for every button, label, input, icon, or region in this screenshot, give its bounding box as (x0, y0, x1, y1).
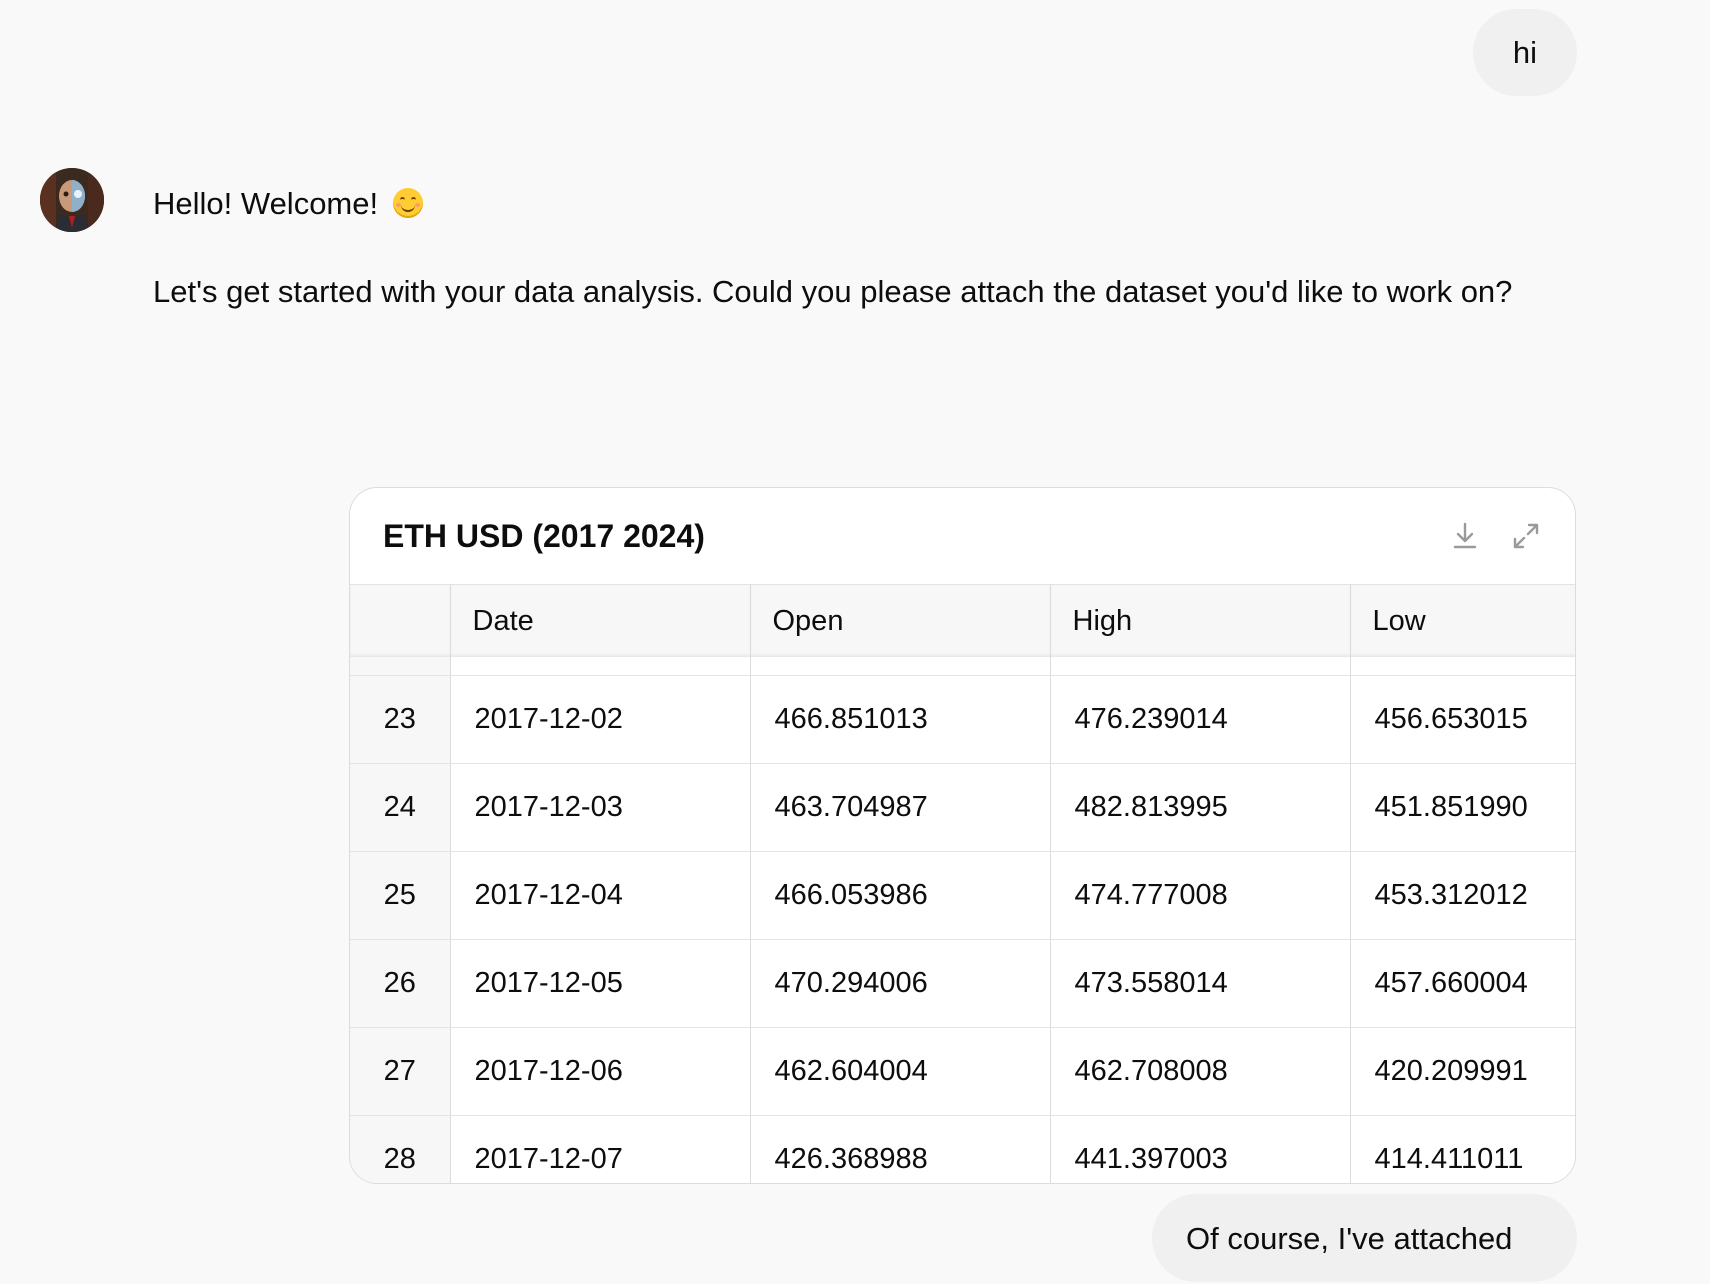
cell-open: 466.851013 (750, 675, 1051, 764)
row-index: 28 (350, 1115, 451, 1183)
row-index: 24 (350, 763, 451, 852)
smiling-face-icon (392, 188, 423, 218)
cell-open: 462.604004 (750, 1027, 1051, 1116)
assistant-greeting: Hello! Welcome! (153, 176, 1583, 232)
cell-high: 474.777008 (1050, 851, 1351, 940)
cell-low: 420.209991 (1350, 1027, 1575, 1116)
column-header-high[interactable]: High (1050, 585, 1351, 657)
expand-button[interactable] (1508, 518, 1544, 554)
assistant-greeting-text: Hello! Welcome! (153, 186, 379, 221)
table-row[interactable]: 23 2017-12-02 466.851013 476.239014 456.… (350, 675, 1575, 764)
user-message-bubble: Of course, I've attached (1152, 1194, 1577, 1282)
user-message-text: hi (1512, 35, 1538, 70)
cell-high: 476.239014 (1050, 675, 1351, 764)
table-header-row: Date Open High Low (350, 585, 1575, 657)
dataset-title: ETH USD (2017 2024) (383, 518, 705, 554)
column-header-low[interactable]: Low (1350, 585, 1575, 657)
row-index: 23 (350, 675, 451, 764)
expand-icon (1513, 523, 1539, 549)
cell-date: 2017-12-02 (450, 675, 751, 764)
column-header-index[interactable] (350, 585, 451, 657)
row-index: 27 (350, 1027, 451, 1116)
cell-low: 457.660004 (1350, 939, 1575, 1028)
assistant-body-text: Let's get started with your data analysi… (153, 274, 1513, 309)
cell-low: 451.851990 (1350, 763, 1575, 852)
table-scroll-gap (350, 657, 1575, 676)
assistant-avatar (40, 168, 104, 232)
cell-high: 473.558014 (1050, 939, 1351, 1028)
dataset-table: Date Open High Low 23 2017-12-02 466.851… (350, 585, 1575, 1183)
dataset-card-header: ETH USD (2017 2024) (350, 488, 1575, 585)
cell-low: 453.312012 (1350, 851, 1575, 940)
cell-open: 426.368988 (750, 1115, 1051, 1183)
download-icon (1453, 522, 1477, 549)
cell-date: 2017-12-03 (450, 763, 751, 852)
cell-date: 2017-12-04 (450, 851, 751, 940)
chat-page: hi Hello! Welcome! Let's get started wit… (0, 0, 1710, 1284)
column-header-open[interactable]: Open (750, 585, 1051, 657)
row-index: 26 (350, 939, 451, 1028)
table-row[interactable]: 25 2017-12-04 466.053986 474.777008 453.… (350, 851, 1575, 940)
dataset-preview-card: ETH USD (2017 2024) Date Open High Low 2… (349, 487, 1576, 1184)
cell-date: 2017-12-07 (450, 1115, 751, 1183)
cell-date: 2017-12-05 (450, 939, 751, 1028)
cell-low: 456.653015 (1350, 675, 1575, 764)
table-row[interactable]: 24 2017-12-03 463.704987 482.813995 451.… (350, 763, 1575, 852)
row-index: 25 (350, 851, 451, 940)
assistant-message: Hello! Welcome! Let's get started with y… (153, 176, 1583, 320)
cell-high: 441.397003 (1050, 1115, 1351, 1183)
cell-date: 2017-12-06 (450, 1027, 751, 1116)
cell-high: 482.813995 (1050, 763, 1351, 852)
user-message-bubble: hi (1473, 9, 1577, 96)
column-header-date[interactable]: Date (450, 585, 751, 657)
cell-open: 466.053986 (750, 851, 1051, 940)
table-row[interactable]: 27 2017-12-06 462.604004 462.708008 420.… (350, 1027, 1575, 1116)
cell-low: 414.411011 (1350, 1115, 1575, 1183)
user-message-text: Of course, I've attached (1186, 1220, 1513, 1256)
cell-high: 462.708008 (1050, 1027, 1351, 1116)
cell-open: 470.294006 (750, 939, 1051, 1028)
download-button[interactable] (1447, 518, 1483, 554)
avatar-image (40, 168, 104, 232)
cell-open: 463.704987 (750, 763, 1051, 852)
table-row[interactable]: 26 2017-12-05 470.294006 473.558014 457.… (350, 939, 1575, 1028)
table-row[interactable]: 28 2017-12-07 426.368988 441.397003 414.… (350, 1115, 1575, 1183)
